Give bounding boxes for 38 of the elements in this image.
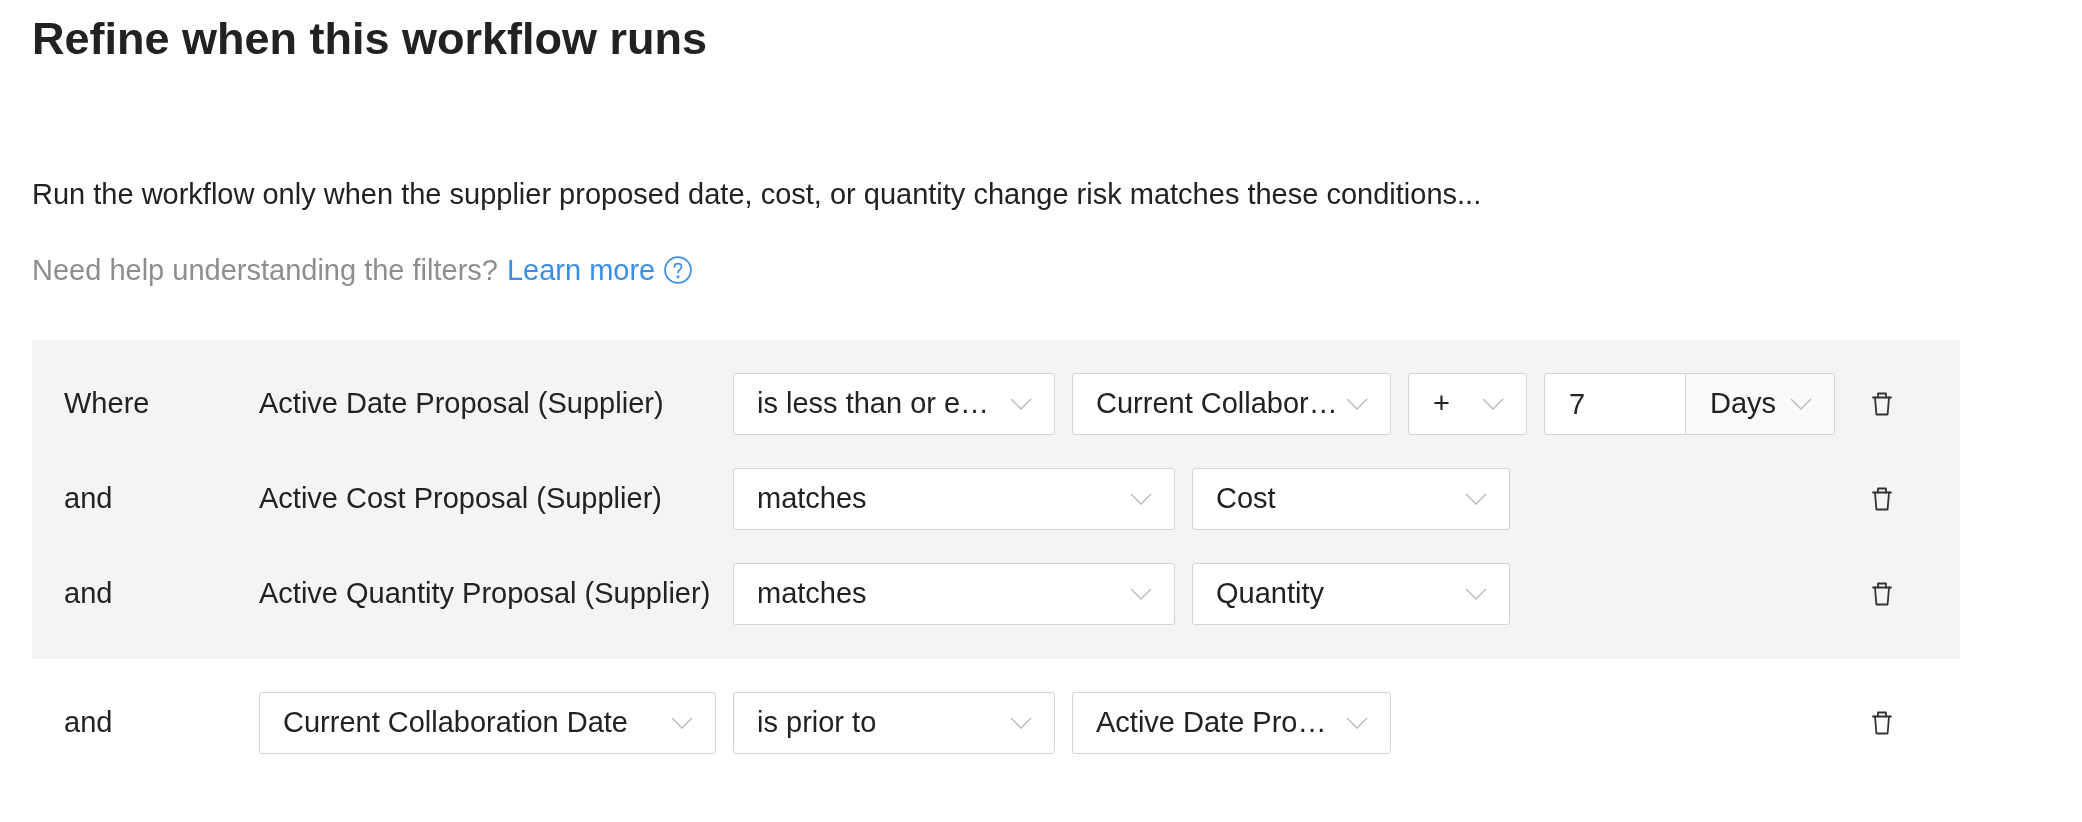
operator-dropdown[interactable]: matches [733,468,1175,530]
unit-dropdown[interactable]: Days [1686,373,1835,435]
page-title: Refine when this workflow runs [32,12,709,66]
chevron-down-icon [671,717,693,729]
operator-dropdown[interactable]: is less than or e… [733,373,1055,435]
trash-icon [1872,582,1892,606]
chevron-down-icon [1346,398,1368,410]
conjunction-label: and [64,705,114,741]
chevron-down-icon [1346,717,1368,729]
trash-icon [1872,487,1892,511]
operator-dropdown[interactable]: is prior to [733,692,1055,754]
chevron-down-icon [1790,398,1812,410]
chevron-down-icon [1010,717,1032,729]
value-dropdown[interactable]: Active Date Pro… [1072,692,1391,754]
chevron-down-icon [1010,398,1032,410]
value-dropdown[interactable]: Current Collabor… [1072,373,1391,435]
help-text: Need help understanding the filters? [32,253,498,288]
chevron-down-icon [1130,493,1152,505]
conjunction-label: Where [64,386,151,422]
chevron-down-icon [1465,493,1487,505]
description-text: Run the workflow only when the supplier proposed date, cost, or quantity change risk matches these conditions... [32,177,1483,212]
amount-input[interactable]: 7 [1544,373,1686,435]
value-dropdown[interactable]: Cost [1192,468,1510,530]
chevron-down-icon [1482,398,1504,410]
field-label: Active Quantity Proposal (Supplier) [259,576,711,612]
conjunction-label: and [64,481,114,517]
field-label: Active Cost Proposal (Supplier) [259,481,662,517]
value-dropdown[interactable]: Quantity [1192,563,1510,625]
help-icon[interactable] [664,256,693,284]
conjunction-label: and [64,576,114,612]
trash-icon [1872,392,1892,416]
operator-dropdown[interactable]: matches [733,563,1175,625]
sign-dropdown[interactable]: + [1408,373,1527,435]
field-dropdown[interactable]: Current Collaboration Date [259,692,716,754]
chevron-down-icon [1130,588,1152,600]
trash-icon [1872,711,1892,735]
field-label: Active Date Proposal (Supplier) [259,386,664,422]
chevron-down-icon [1465,588,1487,600]
